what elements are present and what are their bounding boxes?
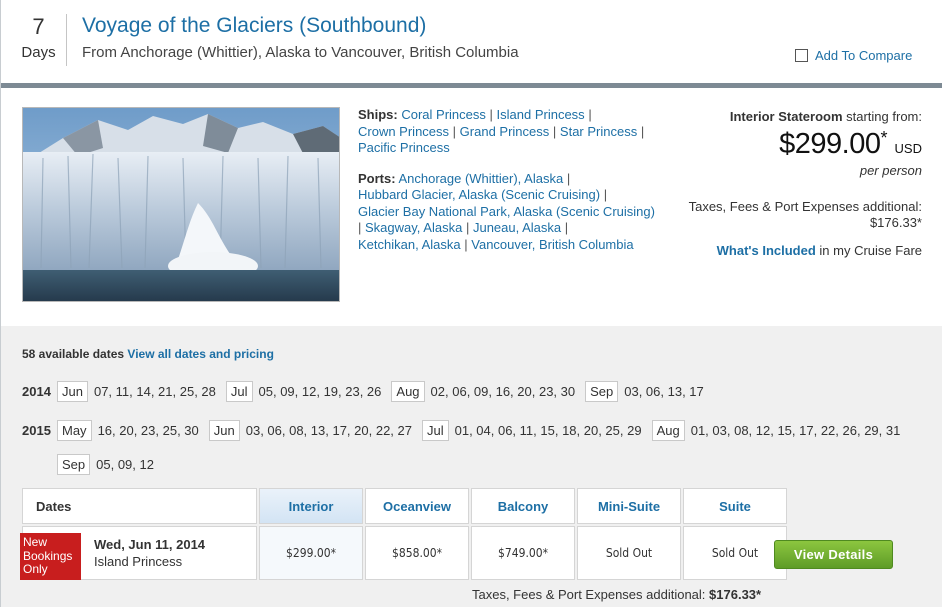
header-balcony[interactable]: Balcony xyxy=(471,488,575,524)
year-row-2015: 2015 May 16, 20, 23, 25, 30 Jun 03, 06, 08… xyxy=(22,420,910,441)
month-button[interactable]: Jun xyxy=(208,420,240,441)
starting-price: $299.00* USD xyxy=(779,128,922,160)
day-list: 07, 11, 14, 21, 25, 28 xyxy=(93,384,216,399)
ship-link[interactable]: Coral Princess xyxy=(401,107,486,122)
view-details-button[interactable]: View Details xyxy=(774,540,893,569)
header-dates: Dates xyxy=(22,488,257,524)
price-oceanview[interactable]: $858.00* xyxy=(365,526,469,580)
price-suite: Sold Out xyxy=(683,526,787,580)
port-link[interactable]: Anchorage (Whittier), Alaska xyxy=(398,171,563,186)
ship-link[interactable]: Grand Princess xyxy=(460,124,550,139)
header-mini-suite[interactable]: Mini-Suite xyxy=(577,488,681,524)
month-button[interactable]: Sep xyxy=(57,454,91,475)
month-button[interactable]: Jun xyxy=(57,381,88,402)
month-button[interactable]: Sep xyxy=(585,381,619,402)
day-list: 05, 09, 12 xyxy=(96,457,154,472)
duration-label: Days xyxy=(21,44,56,61)
new-bookings-badge: New Bookings Only xyxy=(20,533,81,580)
year-label: 2015 xyxy=(22,423,51,438)
cruise-route: From Anchorage (Whittier), Alaska to Van… xyxy=(82,44,519,61)
ships-list: Ships: Coral Princess | Island Princess … xyxy=(358,107,645,155)
year-row-2014: 2014 Jun 07, 11, 14, 21, 25, 28 Jul 05, 09… xyxy=(22,381,714,402)
header-oceanview[interactable]: Oceanview xyxy=(365,488,469,524)
ports-list: Ports: Anchorage (Whittier), Alaska | Hu… xyxy=(358,170,655,252)
duration-box: 7 Days xyxy=(11,14,67,66)
port-link[interactable]: Skagway, Alaska xyxy=(365,220,462,235)
ship-link[interactable]: Pacific Princess xyxy=(358,140,450,155)
ports-label: Ports: xyxy=(358,170,396,186)
day-list: 03, 06, 08, 13, 17, 20, 22, 27 xyxy=(245,423,412,438)
month-button[interactable]: May xyxy=(57,420,92,441)
port-link[interactable]: Juneau, Alaska xyxy=(473,220,561,235)
day-list: 02, 06, 09, 16, 20, 23, 30 xyxy=(430,384,576,399)
price-mini-suite: Sold Out xyxy=(577,526,681,580)
year-label: 2014 xyxy=(22,384,51,399)
add-to-compare[interactable]: Add To Compare xyxy=(795,48,912,63)
port-link[interactable]: Glacier Bay National Park, Alaska (Sceni… xyxy=(358,204,655,219)
whats-included: What's Included in my Cruise Fare xyxy=(716,243,922,258)
glacier-photo xyxy=(22,107,340,302)
day-list: 01, 03, 08, 12, 15, 17, 22, 26, 29, 31 xyxy=(690,423,901,438)
header-interior[interactable]: Interior xyxy=(259,488,363,524)
sailing-date: Wed, Jun 11, 2014 xyxy=(94,537,206,552)
per-person-label: per person xyxy=(859,163,922,178)
compare-checkbox[interactable] xyxy=(795,49,808,62)
ships-label: Ships: xyxy=(358,107,398,122)
ship-link[interactable]: Island Princess xyxy=(497,107,585,122)
ship-link[interactable]: Crown Princess xyxy=(358,124,449,139)
price-label: Interior Stateroom starting from: xyxy=(729,109,922,124)
cruise-overview: Ships: Coral Princess | Island Princess … xyxy=(1,88,942,326)
cruise-details: Ships: Coral Princess | Island Princess … xyxy=(358,107,683,253)
month-button[interactable]: Jul xyxy=(225,381,253,402)
port-link[interactable]: Hubbard Glacier, Alaska (Scenic Cruising… xyxy=(358,187,600,202)
duration-number: 7 xyxy=(32,14,45,39)
taxes-note: Taxes, Fees & Port Expenses additional: xyxy=(688,199,922,214)
day-list: 16, 20, 23, 25, 30 xyxy=(97,423,199,438)
available-dates: 58 available dates View all dates and pr… xyxy=(22,347,274,361)
cruise-card: 7 Days Voyage of the Glaciers (Southboun… xyxy=(0,0,942,607)
year-row-2015-cont: Sep 05, 09, 12 xyxy=(57,454,164,475)
ship-link[interactable]: Star Princess xyxy=(560,124,637,139)
price-interior[interactable]: $299.00* xyxy=(259,526,363,580)
price-balcony[interactable]: $749.00* xyxy=(471,526,575,580)
day-list: 03, 06, 13, 17 xyxy=(624,384,704,399)
port-link[interactable]: Ketchikan, Alaska xyxy=(358,237,461,252)
sailing-dates-section: 58 available dates View all dates and pr… xyxy=(1,326,942,607)
sailing-ship: Island Princess xyxy=(94,554,183,569)
cruise-header: 7 Days Voyage of the Glaciers (Southboun… xyxy=(1,0,942,84)
whats-included-link[interactable]: What's Included xyxy=(717,243,816,258)
table-taxes-note: Taxes, Fees & Port Expenses additional: … xyxy=(472,587,762,602)
month-button[interactable]: Aug xyxy=(651,420,685,441)
header-suite[interactable]: Suite xyxy=(683,488,787,524)
cruise-title[interactable]: Voyage of the Glaciers (Southbound) xyxy=(82,14,426,38)
month-button[interactable]: Jul xyxy=(421,420,449,441)
compare-label[interactable]: Add To Compare xyxy=(815,48,912,63)
taxes-amount: $176.33* xyxy=(869,215,922,230)
price-summary: Interior Stateroom starting from: $299.0… xyxy=(672,109,922,258)
day-list: 05, 09, 12, 19, 23, 26 xyxy=(258,384,382,399)
view-all-dates-link[interactable]: View all dates and pricing xyxy=(127,347,274,361)
port-link[interactable]: Vancouver, British Columbia xyxy=(471,237,633,252)
month-button[interactable]: Aug xyxy=(391,381,425,402)
day-list: 01, 04, 06, 11, 15, 18, 20, 25, 29 xyxy=(454,423,642,438)
table-row: New Bookings Only Wed, Jun 11, 2014 Isla… xyxy=(20,526,257,580)
